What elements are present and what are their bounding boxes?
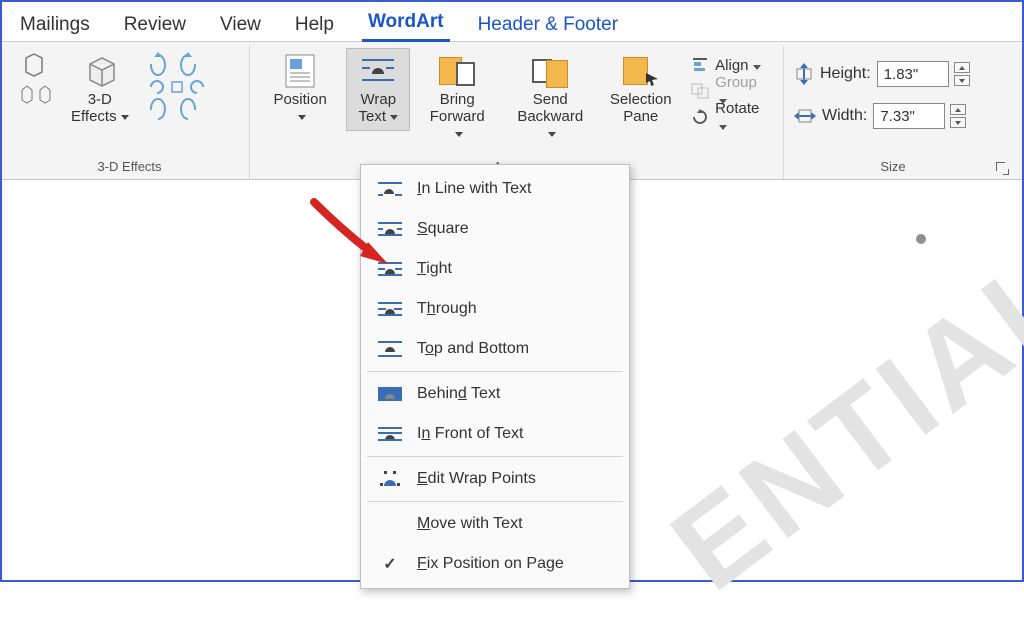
edit-points-icon xyxy=(377,469,403,489)
tab-help[interactable]: Help xyxy=(289,10,340,40)
width-label: Width: xyxy=(822,107,867,125)
tilt-right-icon[interactable] xyxy=(38,84,52,104)
height-spinner[interactable] xyxy=(954,62,970,86)
ribbon-tabs: Mailings Review View Help WordArt Header… xyxy=(2,2,1022,42)
cube-icon xyxy=(82,53,118,89)
send-backward-icon xyxy=(532,53,568,89)
bring-forward-button[interactable]: Bring Forward xyxy=(416,48,498,148)
tab-wordart[interactable]: WordArt xyxy=(362,7,450,42)
height-label: Height: xyxy=(820,65,871,83)
rotate-up-icon[interactable] xyxy=(148,52,168,76)
menu-move-with-text[interactable]: Move with Text xyxy=(361,504,629,544)
tab-mailings[interactable]: Mailings xyxy=(14,10,96,40)
rotate-right-icon[interactable] xyxy=(188,78,206,96)
through-icon xyxy=(377,299,403,319)
menu-edit-wrap-points[interactable]: Edit Wrap Points xyxy=(361,459,629,499)
check-icon xyxy=(377,554,403,574)
wrap-text-icon xyxy=(360,53,396,89)
watermark-text: ENTIAL xyxy=(646,225,1024,617)
rotate-down2-icon[interactable] xyxy=(178,98,198,122)
width-icon xyxy=(794,107,816,125)
rotate-up2-icon[interactable] xyxy=(178,52,198,76)
object-handle-dot[interactable] xyxy=(916,234,926,244)
height-icon xyxy=(794,63,814,85)
menu-in-line[interactable]: IIn Line with Textn Line with Text xyxy=(361,169,629,209)
selection-pane-icon xyxy=(623,53,659,89)
square-icon xyxy=(377,219,403,239)
menu-square[interactable]: Square xyxy=(361,209,629,249)
in-front-icon xyxy=(377,424,403,444)
tab-header-footer[interactable]: Header & Footer xyxy=(472,10,624,40)
wrap-text-menu: IIn Line with Textn Line with Text Squar… xyxy=(360,164,630,589)
top-bottom-icon xyxy=(377,339,403,359)
menu-tight[interactable]: Tight xyxy=(361,249,629,289)
height-input[interactable]: 1.83" xyxy=(877,61,949,87)
menu-through[interactable]: Through xyxy=(361,289,629,329)
position-icon xyxy=(282,53,318,89)
behind-icon xyxy=(377,384,403,404)
send-backward-button[interactable]: Send Backward xyxy=(504,48,596,148)
bring-forward-label: Bring Forward xyxy=(425,91,489,143)
group-3d-effects: 3-D Effects 3-D Effects xyxy=(10,46,250,179)
perspective-icon[interactable] xyxy=(170,80,184,94)
bring-forward-icon xyxy=(439,53,475,89)
width-spinner[interactable] xyxy=(950,104,966,128)
group-label-3d: 3-D Effects xyxy=(20,157,239,177)
group-arrange: Position Wrap Text Bring Forward Send Ba… xyxy=(250,46,784,179)
rotate-button[interactable]: Rotate xyxy=(685,104,773,130)
tilt-down-icon[interactable] xyxy=(20,52,48,78)
menu-fix-position[interactable]: Fix Position on Page xyxy=(361,544,629,584)
wrap-text-label: Wrap Text xyxy=(359,91,399,126)
group-label-size: Size xyxy=(794,157,992,177)
menu-behind[interactable]: Behind Text xyxy=(361,374,629,414)
group-size: Height: 1.83" Width: 7.33" Size xyxy=(784,46,1014,179)
menu-top-bottom[interactable]: Top and Bottom xyxy=(361,329,629,369)
tilt-left-icon[interactable] xyxy=(20,84,34,104)
position-label: Position xyxy=(269,91,331,126)
tab-review[interactable]: Review xyxy=(118,10,192,40)
3d-effects-button[interactable]: 3-D Effects xyxy=(62,48,138,131)
wrap-text-button[interactable]: Wrap Text xyxy=(346,48,410,131)
menu-in-front[interactable]: In Front of Text xyxy=(361,414,629,454)
selection-pane-button[interactable]: Selection Pane xyxy=(602,48,679,131)
rotate-icon xyxy=(691,109,709,125)
ribbon: 3-D Effects 3-D Effects xyxy=(2,42,1022,180)
rotate-left-icon[interactable] xyxy=(148,78,166,96)
tab-view[interactable]: View xyxy=(214,10,267,40)
3d-effects-label: 3-D Effects xyxy=(71,91,129,126)
size-dialog-launcher[interactable] xyxy=(996,162,1010,176)
width-input[interactable]: 7.33" xyxy=(873,103,945,129)
tight-icon xyxy=(377,259,403,279)
inline-icon xyxy=(377,179,403,199)
selection-pane-label: Selection Pane xyxy=(610,91,672,126)
align-icon xyxy=(691,57,709,73)
position-button[interactable]: Position xyxy=(260,48,340,131)
group-icon xyxy=(691,83,709,99)
rotate-down-icon[interactable] xyxy=(148,98,168,122)
send-backward-label: Send Backward xyxy=(513,91,587,143)
